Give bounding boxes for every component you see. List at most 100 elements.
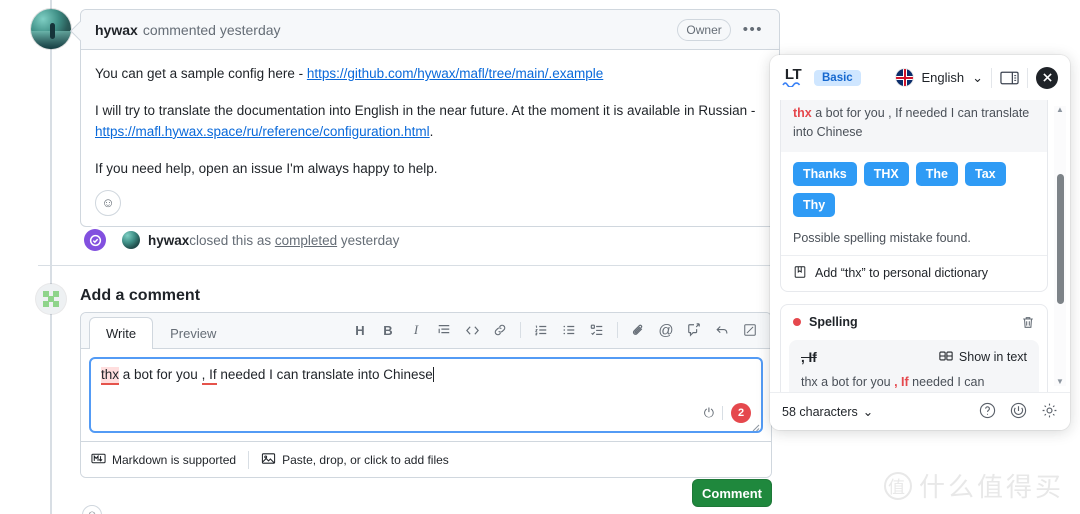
trash-icon[interactable] (1021, 315, 1035, 330)
avatar-hywax[interactable] (31, 9, 71, 49)
suggestion-chip-1[interactable]: Thanks (793, 162, 857, 186)
watermark: 值 什么值得买 (884, 467, 1064, 504)
page-title: Add a comment (80, 287, 200, 305)
add-to-dictionary-button[interactable]: Add “thx” to personal dictionary (781, 256, 1047, 291)
show-in-text-icon (939, 350, 953, 365)
timeline-rail (50, 0, 52, 514)
saved-replies-icon[interactable] (737, 318, 763, 342)
closed-event-action: closed this as (189, 233, 275, 248)
textarea-resize-handle[interactable] (750, 420, 760, 430)
lt-category-row: Spelling (781, 305, 1047, 334)
lt-issue-count-badge[interactable]: 2 (731, 403, 751, 423)
tab-preview[interactable]: Preview (153, 317, 233, 349)
closed-event-author[interactable]: hywax (148, 233, 189, 248)
character-count-button[interactable]: 58 characters ⌄ (782, 404, 873, 419)
lt-card-quote-2: , If Show in text (789, 340, 1039, 393)
mention-icon[interactable]: @ (653, 318, 679, 342)
editor-toolbar: H B I (347, 318, 771, 348)
suggestion-chip-2[interactable]: THX (864, 162, 909, 186)
comment-submit-button[interactable]: Comment (692, 479, 772, 507)
editor-footer: Markdown is supported Paste, drop, or cl… (81, 441, 771, 477)
link-icon[interactable] (487, 318, 513, 342)
help-icon[interactable] (979, 402, 996, 422)
uk-flag-icon (896, 69, 913, 86)
add-reaction-button[interactable]: ☺ (95, 190, 121, 216)
character-count-label: 58 characters (782, 405, 858, 419)
toolbar-separator (520, 322, 521, 338)
panel-toggle-icon[interactable] (1000, 70, 1019, 86)
docs-russian-link[interactable]: https://mafl.hywax.space/ru/reference/co… (95, 124, 430, 139)
lt-suggestion-chips: Thanks THX The Tax Thy (781, 152, 1047, 221)
task-list-icon[interactable] (584, 318, 610, 342)
chevron-down-icon[interactable]: ⌄ (972, 70, 983, 86)
avatar-hywax-small[interactable] (122, 231, 140, 249)
text-caret (433, 367, 434, 382)
suggestion-chip-3[interactable]: The (916, 162, 958, 186)
lt-context-error: thx (793, 106, 812, 120)
feedback-icon[interactable] (1010, 402, 1027, 422)
ordered-list-icon[interactable] (528, 318, 554, 342)
languagetool-logo-icon[interactable]: LT (782, 68, 804, 87)
comment-textarea[interactable]: thx a bot for you , If needed I can tran… (89, 357, 763, 433)
scroll-up-arrow-icon[interactable]: ▲ (1056, 106, 1064, 114)
watermark-text: 什么值得买 (919, 467, 1064, 504)
lt-power-icon[interactable]: ⏻ (704, 405, 714, 421)
plan-badge[interactable]: Basic (814, 70, 861, 86)
comment-menu-icon[interactable]: ••• (741, 21, 765, 38)
italic-icon[interactable]: I (403, 318, 429, 342)
scroll-down-arrow-icon[interactable]: ▼ (1056, 378, 1064, 386)
suggestion-chip-4[interactable]: Tax (965, 162, 1006, 186)
header-separator-2 (1027, 68, 1028, 88)
markdown-supported-item[interactable]: Markdown is supported (91, 451, 248, 469)
languagetool-panel: LT Basic English ⌄ (770, 55, 1070, 430)
markdown-supported-label: Markdown is supported (112, 453, 236, 467)
grammar-highlight[interactable]: , If (202, 367, 217, 385)
close-icon[interactable] (1036, 67, 1058, 89)
heading-icon[interactable]: H (347, 318, 373, 342)
comment-timestamp: commented yesterday (143, 22, 281, 38)
issue-comment: hywax commented yesterday Owner ••• You … (80, 9, 780, 227)
paragraph-1-text: You can get a sample config here - (95, 66, 307, 81)
closed-event-text: hywaxclosed this as completed yesterday (148, 233, 399, 248)
spelling-highlight[interactable]: thx (101, 367, 119, 385)
attach-files-item[interactable]: Paste, drop, or click to add files (249, 451, 461, 469)
closed-event-link[interactable]: completed (275, 233, 337, 248)
lt-card-grammar-comma-if[interactable]: Spelling , If (780, 304, 1048, 393)
lt-card-spelling-thx[interactable]: thx Show in text th (780, 100, 1048, 292)
sample-config-link[interactable]: https://github.com/hywax/mafl/tree/main/… (307, 66, 603, 81)
unordered-list-icon[interactable] (556, 318, 582, 342)
comment-header: hywax commented yesterday Owner ••• (81, 10, 779, 50)
scrollbar-track[interactable] (1054, 114, 1066, 378)
bottom-reaction-button[interactable]: ☺ (82, 505, 102, 514)
reply-icon[interactable] (709, 318, 735, 342)
lt-panel-header: LT Basic English ⌄ (770, 55, 1070, 100)
lt-scrollbar[interactable]: ▲ ▼ (1054, 106, 1066, 386)
settings-gear-icon[interactable] (1041, 402, 1058, 422)
tab-write[interactable]: Write (89, 317, 153, 349)
lt-card-inner: , If Show in text (781, 334, 1047, 393)
lt-header-actions: English ⌄ (896, 67, 1058, 89)
toolbar-separator-2 (617, 322, 618, 338)
bold-icon[interactable]: B (375, 318, 401, 342)
textarea-wrapper: thx a bot for you , If needed I can tran… (81, 349, 771, 441)
check-circle-icon (84, 229, 106, 251)
lt-context-pre-2: thx a bot for you (801, 375, 894, 389)
comment-header-actions: Owner ••• (677, 19, 765, 41)
language-label[interactable]: English (921, 70, 964, 85)
code-icon[interactable] (459, 318, 485, 342)
quote-icon[interactable] (431, 318, 457, 342)
add-to-dictionary-label: Add “thx” to personal dictionary (815, 266, 988, 280)
attach-files-label: Paste, drop, or click to add files (282, 453, 449, 467)
lt-suggestions-list[interactable]: thx Show in text th (770, 100, 1070, 392)
lt-card-quote: thx Show in text th (781, 100, 1047, 152)
show-in-text-button-2[interactable]: Show in text (939, 350, 1027, 365)
comment-author[interactable]: hywax (95, 22, 138, 38)
scrollbar-thumb[interactable] (1057, 174, 1064, 304)
section-divider (38, 265, 780, 266)
lt-error-word-2: , If (801, 350, 817, 365)
attach-file-icon[interactable] (625, 318, 651, 342)
suggestion-chip-5[interactable]: Thy (793, 193, 835, 217)
show-in-text-label-2: Show in text (959, 350, 1027, 364)
dictionary-icon (793, 265, 807, 282)
reference-icon[interactable] (681, 318, 707, 342)
